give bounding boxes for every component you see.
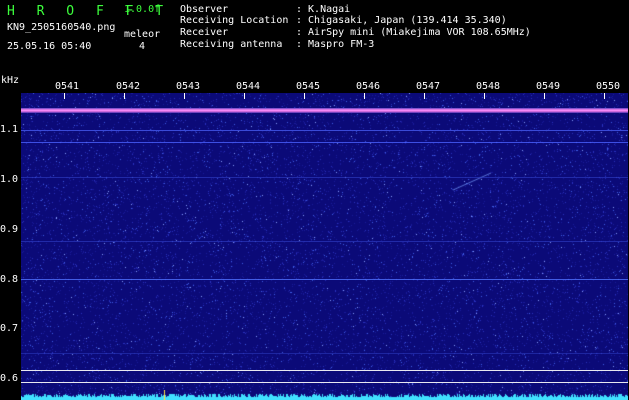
freq-unit-label: kHz [1, 75, 20, 86]
meleor-count: 4 [139, 41, 146, 52]
freq-tick-label: 1.1 [0, 124, 19, 135]
meleor-label: meleor [124, 29, 161, 40]
freq-tick-label: 1.0 [0, 174, 19, 185]
grid-line [21, 241, 628, 242]
time-tick-mark [124, 93, 125, 99]
location-label: Receiving Location [180, 15, 289, 26]
spectrogram-window: H R O F F T 1.0.0f KN9_2505160540.png 25… [0, 0, 629, 400]
grid-line [21, 142, 628, 143]
freq-tick-label: 0.9 [0, 224, 19, 235]
app-version: 1.0.0f [124, 4, 161, 15]
time-tick-label: 0542 [116, 81, 141, 92]
grid-line [21, 353, 628, 354]
location-value: : Chigasaki, Japan (139.414 35.340) [296, 15, 507, 26]
grid-line [21, 130, 628, 131]
time-tick-mark [364, 93, 365, 99]
observer-label: Observer [180, 4, 229, 15]
freq-tick-label: 0.7 [0, 323, 19, 334]
file-datetime: 25.05.16 05:40 [7, 41, 92, 52]
filter-line [21, 382, 628, 383]
grid-line [21, 177, 628, 178]
freq-tick-label: 0.8 [0, 274, 19, 285]
antenna-label: Receiving antenna [180, 39, 283, 50]
time-tick-label: 0544 [236, 81, 261, 92]
time-tick-mark [424, 93, 425, 99]
time-tick-mark [64, 93, 65, 99]
time-tick-label: 0541 [55, 81, 80, 92]
time-tick-label: 0550 [596, 81, 621, 92]
observer-value: : K.Nagai [296, 4, 351, 15]
grid-line [21, 279, 628, 280]
time-tick-label: 0545 [296, 81, 321, 92]
antenna-value: : Maspro FM-3 [296, 39, 375, 50]
freq-tick-label: 0.6 [0, 373, 19, 384]
time-tick-mark [304, 93, 305, 99]
receiver-label: Receiver [180, 27, 229, 38]
carrier-band [21, 108, 628, 113]
receiver-value: : AirSpy mini (Miakejima VOR 108.65MHz) [296, 27, 531, 38]
time-tick-label: 0546 [356, 81, 381, 92]
time-tick-mark [484, 93, 485, 99]
time-tick-label: 0549 [536, 81, 561, 92]
time-tick-mark [184, 93, 185, 99]
file-name: KN9_2505160540.png [7, 22, 116, 33]
filter-line [21, 370, 628, 371]
time-tick-mark [604, 93, 605, 99]
signal-level-trace [21, 390, 628, 400]
spectrogram-plot [21, 93, 628, 400]
time-tick-mark [244, 93, 245, 99]
time-tick-label: 0548 [476, 81, 501, 92]
time-tick-label: 0547 [416, 81, 441, 92]
time-tick-label: 0543 [176, 81, 201, 92]
time-tick-mark [544, 93, 545, 99]
